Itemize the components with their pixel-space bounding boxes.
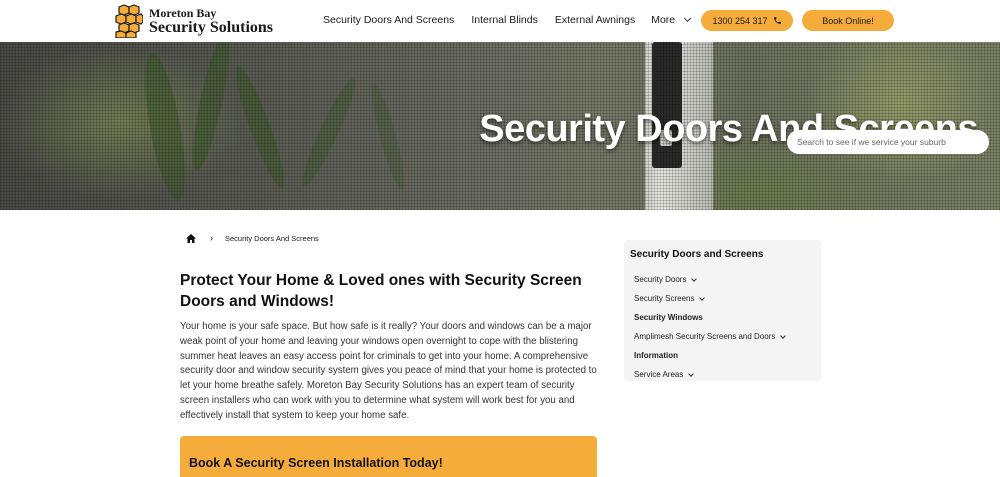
- sidebar-item-service-areas[interactable]: Service Areas: [634, 365, 785, 384]
- cta-title: Book A Security Screen Installation Toda…: [189, 456, 443, 470]
- logo-text: Moreton Bay Security Solutions: [149, 7, 273, 36]
- sidebar-item-label: Information: [634, 351, 678, 360]
- nav-external-awnings[interactable]: External Awnings: [555, 14, 635, 26]
- sidebar-title: Security Doors and Screens: [630, 249, 764, 260]
- book-online-button[interactable]: Book Online!: [802, 10, 894, 31]
- booking-cta-box: Book A Security Screen Installation Toda…: [180, 436, 597, 477]
- nav-more-label: More: [651, 14, 676, 26]
- site-logo[interactable]: Moreton Bay Security Solutions: [115, 4, 285, 38]
- chevron-down-icon: [691, 275, 698, 282]
- suburb-search-input[interactable]: [787, 130, 989, 154]
- sidebar-item-security-doors[interactable]: Security Doors: [634, 270, 785, 289]
- site-header: Moreton Bay Security Solutions Security …: [0, 0, 1000, 42]
- sidebar-item-label: Amplimesh Security Screens and Doors: [634, 332, 776, 341]
- sidebar-item-amplimesh[interactable]: Amplimesh Security Screens and Doors: [634, 327, 787, 346]
- nav-security-doors-and-screens[interactable]: Security Doors And Screens: [323, 14, 454, 26]
- intro-paragraph: Your home is your safe space. But how sa…: [180, 321, 597, 421]
- chevron-down-icon: [780, 332, 787, 339]
- section-heading: Protect Your Home & Loved ones with Secu…: [180, 272, 582, 310]
- phone-button[interactable]: 1300 254 317: [701, 10, 793, 31]
- phone-icon: [773, 17, 781, 24]
- nav-internal-blinds[interactable]: Internal Blinds: [471, 14, 538, 26]
- nav-more[interactable]: More: [651, 14, 692, 26]
- sidebar-item-label: Security Doors: [634, 275, 687, 284]
- logo-line-1: Moreton Bay: [149, 5, 217, 20]
- home-icon[interactable]: [186, 233, 196, 243]
- sidebar-item-label: Security Windows: [634, 313, 703, 322]
- sidebar-item-label: Security Screens: [634, 294, 695, 303]
- sidebar-menu: Security Doors and Screens Security Door…: [624, 240, 821, 381]
- sidebar-item-information[interactable]: Information: [634, 346, 785, 365]
- sidebar-item-security-screens[interactable]: Security Screens: [634, 289, 785, 308]
- breadcrumb: › Security Doors And Screens: [186, 233, 319, 243]
- main-nav: Security Doors And Screens Internal Blin…: [323, 14, 692, 26]
- breadcrumb-separator: ›: [210, 233, 213, 243]
- logo-line-2: Security Solutions: [149, 18, 274, 36]
- chevron-down-icon: [688, 370, 695, 377]
- logo-hexagon-icon: [115, 4, 143, 38]
- sidebar-item-security-windows[interactable]: Security Windows: [634, 308, 785, 327]
- chevron-down-icon: [699, 294, 706, 301]
- sidebar-list: Security Doors Security Screens Security…: [634, 270, 787, 384]
- breadcrumb-current: Security Doors And Screens: [225, 233, 319, 243]
- phone-number: 1300 254 317: [712, 15, 768, 26]
- chevron-down-icon: [684, 14, 692, 23]
- sidebar-item-label: Service Areas: [634, 370, 684, 379]
- hero-banner: Security Doors And Screens: [0, 42, 1000, 210]
